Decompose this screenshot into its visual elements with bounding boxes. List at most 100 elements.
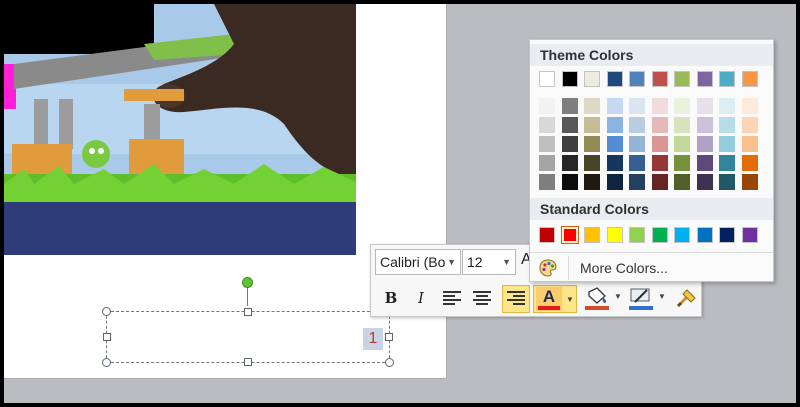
line-color-button[interactable]: ▼ [627,286,667,312]
theme-shade-swatch[interactable] [584,98,600,114]
standard-color-swatch[interactable] [539,227,555,243]
resize-handle-bottom-left[interactable] [102,358,111,367]
theme-shade-swatch[interactable] [674,117,690,133]
more-colors-menu-item[interactable]: More Colors... [530,254,773,282]
theme-color-swatch[interactable] [696,71,713,87]
theme-shade-swatch[interactable] [651,174,668,190]
theme-shade-swatch[interactable] [561,174,578,190]
italic-button[interactable]: I [409,286,433,310]
theme-shade-swatch[interactable] [539,174,555,190]
standard-color-swatch[interactable] [696,227,713,243]
theme-shade-swatch[interactable] [606,155,623,171]
theme-shade-swatch[interactable] [539,155,555,171]
theme-shade-swatch[interactable] [539,98,555,114]
theme-shade-swatch[interactable] [696,155,713,171]
font-name-combo[interactable]: Calibri (Bo ▼ [375,249,461,275]
theme-shade-swatch[interactable] [719,174,735,190]
resize-handle-top[interactable] [244,308,252,316]
theme-shade-swatch[interactable] [741,98,758,114]
theme-shade-swatch[interactable] [696,136,713,152]
resize-handle-left[interactable] [103,333,111,341]
theme-shade-swatch[interactable] [741,117,758,133]
slide[interactable]: 1 [4,4,447,379]
theme-color-swatch[interactable] [539,71,555,87]
format-painter-button[interactable] [676,286,700,312]
chevron-down-icon[interactable]: ▼ [564,290,576,310]
text-box[interactable]: 1 [102,277,394,367]
font-size-combo[interactable]: 12 ▼ [462,249,516,275]
fill-color-button[interactable]: ▼ [583,286,623,312]
theme-shade-swatch[interactable] [651,136,668,152]
theme-shade-swatch[interactable] [606,174,623,190]
theme-shade-swatch[interactable] [584,155,600,171]
theme-shade-swatch[interactable] [741,155,758,171]
theme-shade-swatch[interactable] [651,98,668,114]
standard-color-swatch[interactable] [584,227,600,243]
bold-button[interactable]: B [379,286,403,310]
theme-shade-swatch[interactable] [629,174,645,190]
theme-color-swatch[interactable] [606,71,623,87]
theme-shade-swatch[interactable] [629,155,645,171]
theme-shade-swatch[interactable] [674,98,690,114]
theme-shade-swatch[interactable] [539,117,555,133]
theme-shade-swatch[interactable] [719,98,735,114]
align-left-icon[interactable] [443,291,461,305]
theme-shade-swatch[interactable] [561,117,578,133]
standard-color-swatch[interactable] [719,227,735,243]
theme-shade-swatch[interactable] [696,117,713,133]
theme-shade-swatch[interactable] [719,117,735,133]
theme-shade-swatch[interactable] [674,174,690,190]
theme-shade-swatch[interactable] [651,155,668,171]
rotation-handle[interactable] [242,277,253,288]
standard-color-swatch[interactable] [629,227,645,243]
resize-handle-bottom-right[interactable] [385,358,394,367]
theme-shade-swatch[interactable] [584,136,600,152]
theme-color-swatch[interactable] [719,71,735,87]
theme-shade-swatch[interactable] [606,98,623,114]
standard-color-swatch[interactable] [606,227,623,243]
theme-shade-swatch[interactable] [629,98,645,114]
theme-color-swatch[interactable] [629,71,645,87]
align-center-icon[interactable] [473,291,491,305]
theme-shade-swatch[interactable] [674,155,690,171]
resize-handle-right[interactable] [385,333,393,341]
slide-picture[interactable] [4,4,356,255]
theme-shade-swatch[interactable] [741,174,758,190]
chevron-down-icon[interactable]: ▼ [447,250,456,274]
chevron-down-icon[interactable]: ▼ [502,250,511,274]
theme-shade-swatch[interactable] [741,136,758,152]
standard-color-swatch[interactable] [674,227,690,243]
theme-shade-swatch[interactable] [696,174,713,190]
theme-color-swatch[interactable] [651,71,668,87]
font-color-button[interactable]: A ▼ [533,285,577,313]
theme-color-swatch[interactable] [584,71,600,87]
theme-shade-swatch[interactable] [584,174,600,190]
theme-shade-swatch[interactable] [629,117,645,133]
theme-color-swatch[interactable] [674,71,690,87]
theme-shade-swatch[interactable] [539,136,555,152]
theme-shade-swatch[interactable] [719,155,735,171]
resize-handle-bottom[interactable] [244,358,252,366]
line-color-bar [629,306,653,310]
theme-color-swatch[interactable] [561,71,578,87]
standard-color-swatch[interactable] [560,226,579,244]
theme-shade-swatch[interactable] [584,117,600,133]
theme-shade-swatch[interactable] [606,136,623,152]
theme-color-swatch[interactable] [741,71,758,87]
theme-shade-swatch[interactable] [651,117,668,133]
chevron-down-icon[interactable]: ▼ [658,292,666,301]
theme-shade-swatch[interactable] [606,117,623,133]
theme-shade-swatch[interactable] [674,136,690,152]
theme-shade-swatch[interactable] [561,155,578,171]
theme-shade-swatch[interactable] [696,98,713,114]
theme-shade-swatch[interactable] [719,136,735,152]
standard-color-swatch[interactable] [741,227,758,243]
theme-shade-swatch[interactable] [561,136,578,152]
standard-color-swatch[interactable] [651,227,668,243]
align-right-button[interactable] [502,285,530,313]
theme-shade-swatch[interactable] [629,136,645,152]
theme-shade-swatch[interactable] [561,98,578,114]
chevron-down-icon[interactable]: ▼ [614,292,622,301]
slide-number-text[interactable]: 1 [363,328,383,350]
resize-handle-top-left[interactable] [102,307,111,316]
